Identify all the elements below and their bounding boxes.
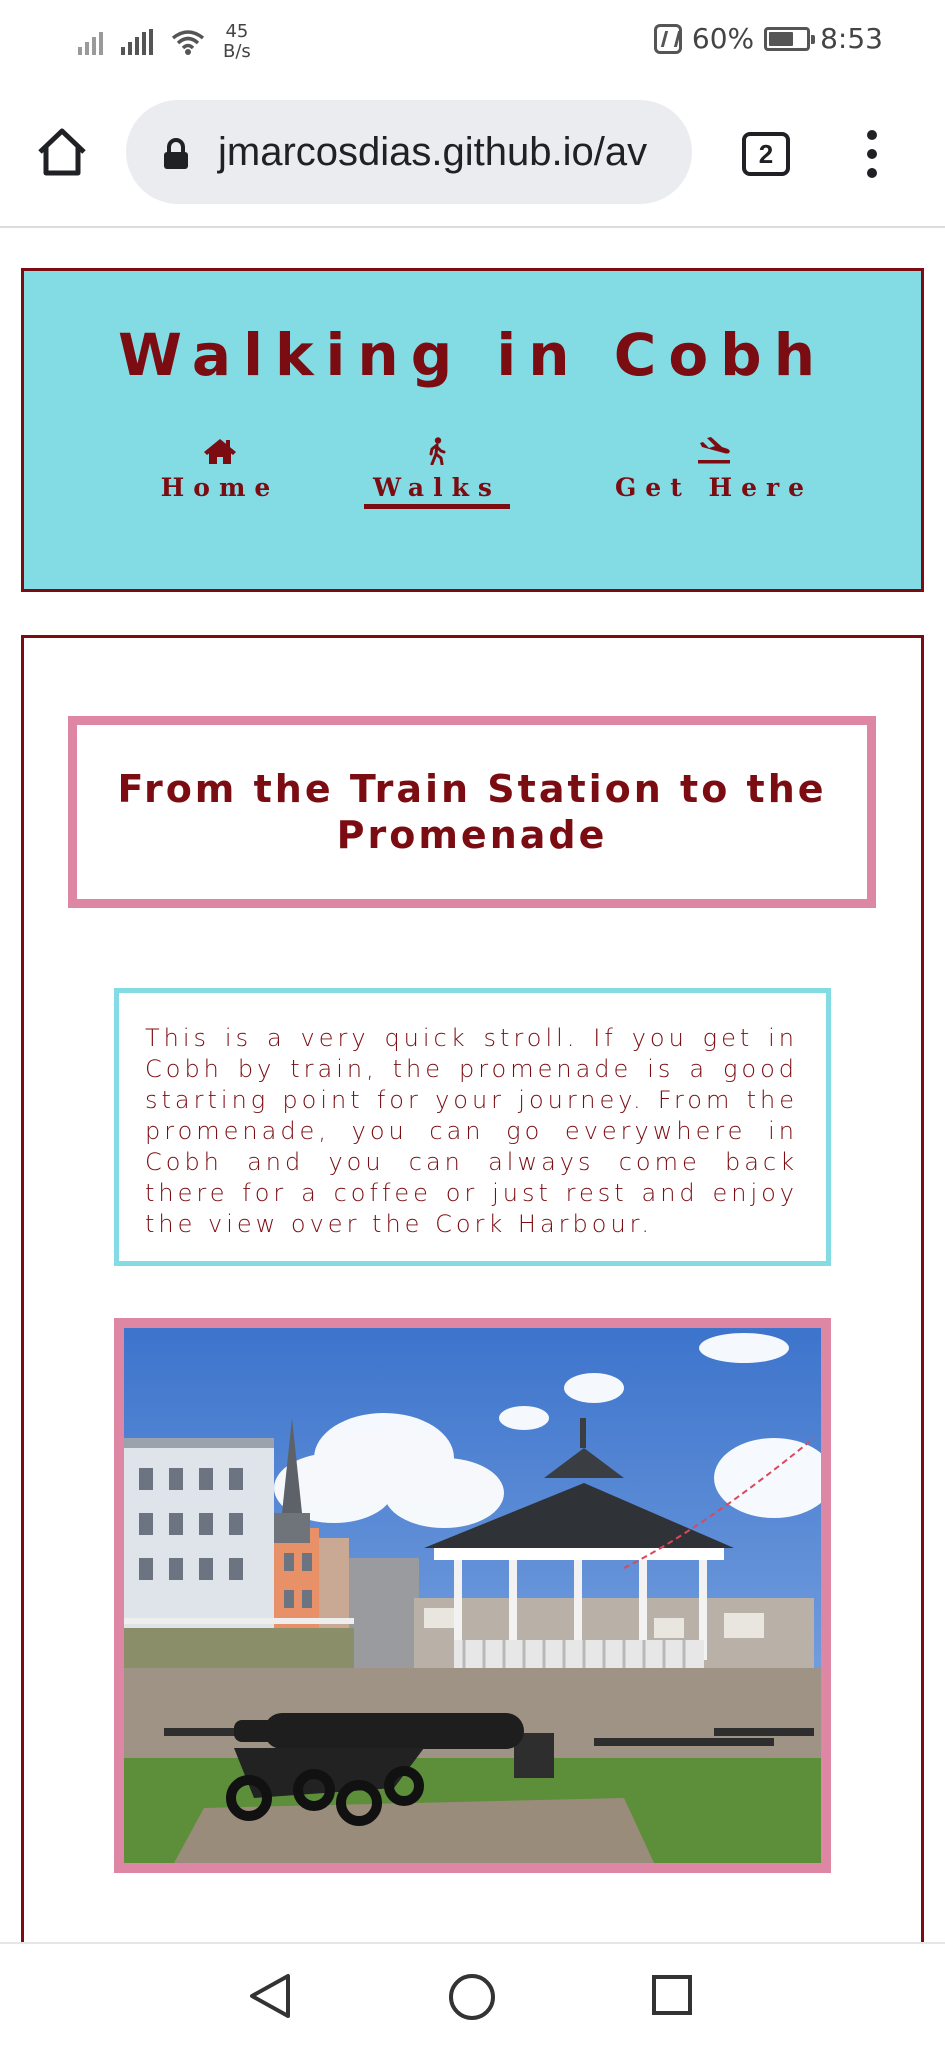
signal-icon-sim2 [121, 29, 153, 55]
site-header: Walking in Cobh Home Walks Get Here [21, 268, 924, 592]
nfc-icon [653, 23, 682, 54]
network-speed-value: 45 [225, 21, 249, 42]
lock-icon [164, 138, 188, 169]
browser-toolbar: jmarcosdias.github.io/av 2 [0, 84, 945, 228]
walk-description: This is a very quick stroll. If you get … [145, 1024, 798, 1238]
browser-menu-icon[interactable] [862, 130, 882, 178]
home-icon [204, 439, 236, 464]
back-icon[interactable] [248, 1972, 292, 2020]
nav-walks[interactable]: Walks [357, 437, 517, 509]
battery-percent: 60% [691, 22, 755, 55]
network-speed: 45 B/s [223, 22, 251, 62]
promenade-photo [114, 1318, 831, 1873]
nav-home-label: Home [160, 473, 280, 502]
network-speed-unit: B/s [223, 41, 251, 62]
status-icons-left: 45 B/s [78, 18, 251, 66]
nav-get-here-label: Get Here [614, 473, 814, 502]
url-text[interactable]: jmarcosdias.github.io/av [218, 130, 647, 174]
home-button-icon[interactable] [449, 1974, 495, 2020]
signal-icon-sim1 [78, 29, 103, 55]
wifi-icon [171, 30, 205, 55]
promenade-photo-illustration [124, 1328, 821, 1863]
nav-get-here[interactable]: Get Here [594, 437, 834, 502]
active-nav-underline [364, 504, 510, 509]
nav-walks-label: Walks [373, 473, 501, 502]
browser-home-icon[interactable] [36, 126, 88, 178]
plane-arrival-icon [698, 437, 730, 464]
walk-description-box: This is a very quick stroll. If you get … [114, 988, 831, 1266]
walk-title-box: From the Train Station to the Promenade [68, 716, 876, 908]
address-bar[interactable]: jmarcosdias.github.io/av [126, 100, 692, 204]
clock: 8:53 [820, 22, 883, 55]
walk-title: From the Train Station to the Promenade [117, 767, 827, 857]
walking-person-icon [429, 437, 446, 465]
site-title[interactable]: Walking in Cobh [24, 321, 921, 389]
nav-home[interactable]: Home [140, 437, 300, 502]
recent-apps-icon[interactable] [652, 1975, 692, 2015]
status-icons-right: 60% 8:53 [653, 22, 883, 55]
tab-switcher-button[interactable]: 2 [742, 132, 790, 176]
battery-icon [764, 26, 816, 51]
status-bar: 45 B/s 60% 8:53 [0, 0, 945, 84]
system-navigation-bar [0, 1942, 945, 2048]
